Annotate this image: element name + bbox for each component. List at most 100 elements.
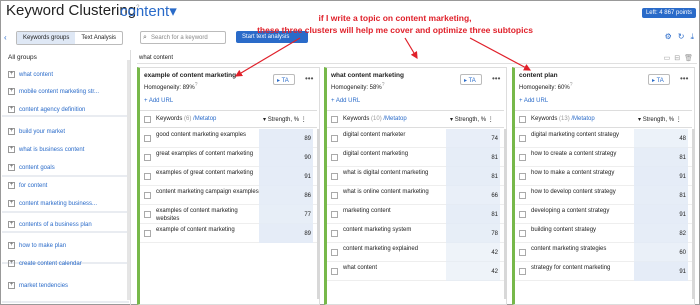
table-row[interactable]: what content 42	[327, 262, 504, 281]
select-all-checkbox[interactable]	[331, 116, 338, 123]
table-row[interactable]: what is online content marketing 66	[327, 186, 504, 205]
add-url-link[interactable]: + Add URL	[144, 98, 173, 104]
row-checkbox[interactable]	[519, 134, 526, 142]
row-checkbox[interactable]	[144, 172, 151, 180]
row-checkbox[interactable]	[331, 153, 338, 161]
back-arrow-icon[interactable]: ‹	[4, 33, 7, 42]
sidebar-item[interactable]: + build your market	[8, 128, 65, 140]
sidebar-item[interactable]: + content agency definition	[8, 106, 85, 118]
table-row[interactable]: how to create a content strategy 81	[515, 148, 692, 167]
row-checkbox[interactable]	[331, 191, 338, 199]
row-checkbox[interactable]	[331, 172, 338, 180]
row-checkbox[interactable]	[144, 229, 151, 237]
column-menu-icon[interactable]: ⋮	[301, 117, 307, 123]
table-row[interactable]: marketing content 81	[327, 205, 504, 224]
card-scrollbar[interactable]	[504, 129, 507, 299]
expand-icon[interactable]: +	[8, 88, 15, 95]
expand-icon[interactable]: +	[8, 146, 15, 153]
folder-icon[interactable]: ▭	[664, 54, 671, 62]
expand-icon[interactable]: +	[8, 128, 15, 135]
ta-button[interactable]: ▸ TA	[273, 74, 295, 85]
table-row[interactable]: example of content marketing 89	[140, 224, 317, 243]
expand-icon[interactable]: +	[8, 164, 15, 171]
row-checkbox[interactable]	[144, 191, 151, 199]
row-checkbox[interactable]	[144, 153, 151, 161]
help-icon[interactable]: ?	[382, 82, 385, 88]
row-checkbox[interactable]	[519, 229, 526, 237]
row-checkbox[interactable]	[144, 134, 151, 142]
row-checkbox[interactable]	[331, 248, 338, 256]
expand-icon[interactable]: +	[8, 106, 15, 113]
keywords-column-header[interactable]: Keywords (10) /Metatop	[343, 116, 407, 122]
download-icon[interactable]: ⤓	[690, 32, 694, 42]
sidebar-item[interactable]: + what content	[8, 71, 53, 83]
sidebar-item[interactable]: + mobile content marketing str...	[8, 88, 99, 100]
sidebar-item[interactable]: + how to make plan	[8, 242, 66, 254]
row-checkbox[interactable]	[519, 172, 526, 180]
expand-icon[interactable]: +	[8, 182, 15, 189]
sidebar-item[interactable]: + content goals	[8, 164, 55, 176]
expand-icon[interactable]: +	[8, 200, 15, 207]
add-url-link[interactable]: + Add URL	[331, 98, 360, 104]
expand-icon[interactable]: +	[8, 221, 15, 228]
sidebar-item[interactable]: + contents of a business plan	[8, 221, 92, 233]
strength-column-header[interactable]: ▾ Strength, % ⋮	[638, 116, 682, 123]
refresh-icon[interactable]: ↻	[678, 32, 685, 42]
sidebar-item[interactable]: + create content calendar	[8, 260, 82, 272]
expand-icon[interactable]: +	[8, 242, 15, 249]
table-row[interactable]: digital content marketing 81	[327, 148, 504, 167]
table-row[interactable]: how to develop content strategy 81	[515, 186, 692, 205]
collapse-icon[interactable]: ⊟	[674, 54, 680, 62]
sidebar-item[interactable]: + content marketing business...	[8, 200, 97, 212]
ta-button[interactable]: ▸ TA	[460, 74, 482, 85]
add-url-link[interactable]: + Add URL	[519, 98, 548, 104]
sidebar-item[interactable]: + what is business content	[8, 146, 84, 158]
table-row[interactable]: good content marketing examples 89	[140, 129, 317, 148]
project-selector[interactable]: content▾	[120, 2, 177, 20]
table-row[interactable]: examples of content marketing websites 77	[140, 205, 317, 224]
expand-icon[interactable]: +	[8, 260, 15, 267]
row-checkbox[interactable]	[331, 210, 338, 218]
help-icon[interactable]: ?	[570, 82, 573, 88]
column-menu-icon[interactable]: ⋮	[676, 117, 682, 123]
column-menu-icon[interactable]: ⋮	[488, 117, 494, 123]
strength-column-header[interactable]: ▾ Strength, % ⋮	[263, 116, 307, 123]
strength-column-header[interactable]: ▾ Strength, % ⋮	[450, 116, 494, 123]
tab-text-analysis[interactable]: Text Analysis	[75, 32, 122, 44]
table-row[interactable]: developing a content strategy 91	[515, 205, 692, 224]
row-checkbox[interactable]	[331, 267, 338, 275]
more-options-icon[interactable]: •••	[305, 74, 313, 83]
row-checkbox[interactable]	[519, 153, 526, 161]
sidebar-scrollbar[interactable]	[127, 60, 130, 300]
row-checkbox[interactable]	[331, 229, 338, 237]
keywords-column-header[interactable]: Keywords (6) /Metatop	[156, 116, 216, 122]
row-checkbox[interactable]	[144, 210, 151, 218]
search-input[interactable]: ⌕ Search for a keyword	[140, 31, 226, 44]
row-checkbox[interactable]	[519, 210, 526, 218]
table-row[interactable]: how to make a content strategy 91	[515, 167, 692, 186]
row-checkbox[interactable]	[519, 267, 526, 275]
more-options-icon[interactable]: •••	[680, 74, 688, 83]
trash-icon[interactable]: 🗑	[684, 54, 693, 62]
table-row[interactable]: content marketing campaign examples 86	[140, 186, 317, 205]
more-options-icon[interactable]: •••	[492, 74, 500, 83]
select-all-checkbox[interactable]	[519, 116, 526, 123]
table-row[interactable]: content marketing strategies 60	[515, 243, 692, 262]
sidebar-item[interactable]: + for content	[8, 182, 47, 194]
keywords-column-header[interactable]: Keywords (13) /Metatop	[531, 116, 595, 122]
ta-button[interactable]: ▸ TA	[648, 74, 670, 85]
card-scrollbar[interactable]	[692, 129, 695, 299]
tab-keywords-groups[interactable]: Keywords groups	[17, 32, 76, 44]
table-row[interactable]: building content strategy 82	[515, 224, 692, 243]
help-icon[interactable]: ?	[195, 82, 198, 88]
table-row[interactable]: examples of great content marketing 91	[140, 167, 317, 186]
table-row[interactable]: content marketing explained 42	[327, 243, 504, 262]
row-checkbox[interactable]	[519, 248, 526, 256]
card-scrollbar[interactable]	[317, 129, 320, 299]
table-row[interactable]: what is digital content marketing 81	[327, 167, 504, 186]
table-row[interactable]: great examples of content marketing 90	[140, 148, 317, 167]
row-checkbox[interactable]	[519, 191, 526, 199]
gear-icon[interactable]: ⚙	[665, 32, 672, 42]
expand-icon[interactable]: +	[8, 71, 15, 78]
select-all-checkbox[interactable]	[144, 116, 151, 123]
